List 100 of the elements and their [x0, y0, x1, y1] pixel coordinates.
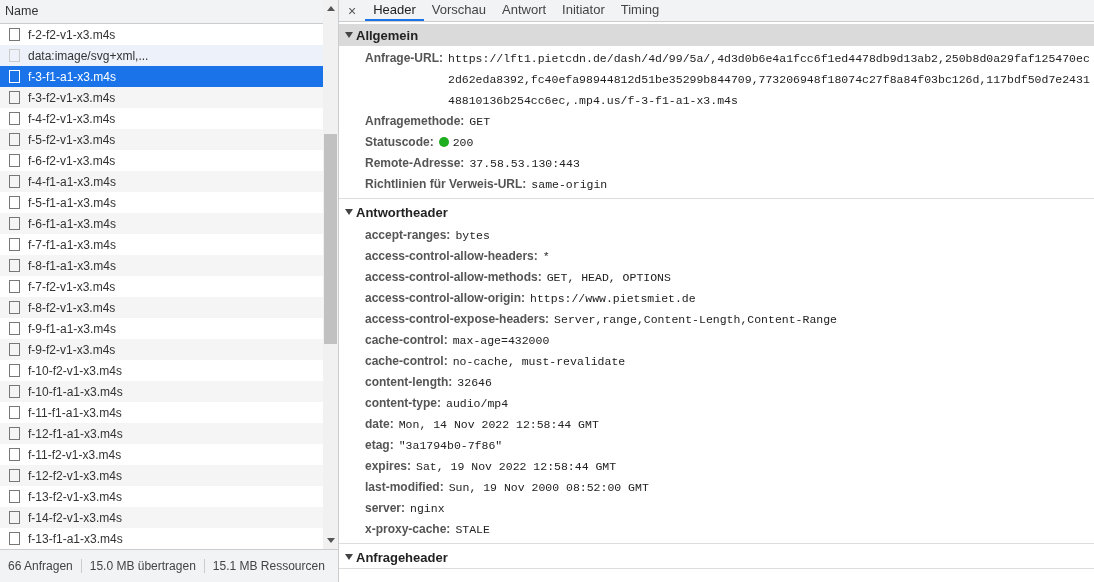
request-row[interactable]: f-4-f1-a1-x3.m4s	[0, 171, 323, 192]
request-name: f-12-f2-v1-x3.m4s	[28, 468, 123, 483]
file-icon	[9, 217, 20, 230]
status-text: 15.0 MB übertragen	[80, 559, 204, 573]
request-row[interactable]: f-10-f1-a1-x3.m4s	[0, 381, 323, 402]
request-name: f-8-f2-v1-x3.m4s	[28, 300, 116, 315]
file-icon	[9, 133, 20, 146]
file-icon	[9, 532, 20, 545]
request-name: f-13-f1-a1-x3.m4s	[28, 531, 123, 546]
header-value: STALE	[455, 522, 491, 538]
request-row[interactable]: f-6-f1-a1-x3.m4s	[0, 213, 323, 234]
request-row[interactable]: f-12-f1-a1-x3.m4s	[0, 423, 323, 444]
tab[interactable]: Initiator	[554, 0, 613, 21]
request-name: f-4-f1-a1-x3.m4s	[28, 174, 117, 189]
header-name: Anfrage-URL:	[365, 50, 443, 67]
section-header[interactable]: Allgemein	[339, 24, 1094, 46]
scroll-thumb[interactable]	[324, 134, 337, 344]
header-name: date:	[365, 416, 394, 433]
request-name: f-12-f1-a1-x3.m4s	[28, 426, 123, 441]
header-name: accept-ranges:	[365, 227, 451, 244]
file-icon	[9, 343, 20, 356]
section-title: Antwortheader	[356, 204, 448, 220]
request-name: f-2-f2-v1-x3.m4s	[28, 27, 116, 42]
request-name: f-5-f2-v1-x3.m4s	[28, 132, 116, 147]
header-value: https://www.pietsmiet.de	[530, 291, 697, 307]
file-icon	[9, 448, 20, 461]
header-value: "3a1794b0-7f86"	[398, 438, 504, 454]
status-text: 66 Anfragen	[7, 559, 74, 573]
request-row[interactable]: f-9-f2-v1-x3.m4s	[0, 339, 323, 360]
header-value: no-cache, must-revalidate	[452, 354, 627, 370]
header-value: nginx	[410, 501, 446, 517]
request-name: data:image/svg+xml,...	[28, 48, 149, 63]
request-name: f-9-f1-a1-x3.m4s	[28, 321, 117, 336]
header-name: access-control-allow-headers:	[365, 248, 538, 265]
file-icon	[9, 511, 20, 524]
request-row[interactable]: f-14-f2-v1-x3.m4s	[0, 507, 323, 528]
request-name: f-6-f1-a1-x3.m4s	[28, 216, 117, 231]
scrollbar[interactable]	[323, 0, 338, 549]
file-icon	[9, 469, 20, 482]
file-icon	[9, 385, 20, 398]
request-row[interactable]: f-3-f1-a1-x3.m4s	[0, 66, 323, 87]
scroll-up-icon[interactable]	[326, 6, 335, 11]
request-name: f-7-f2-v1-x3.m4s	[28, 279, 116, 294]
file-icon	[9, 259, 20, 272]
close-button[interactable]: ×	[339, 0, 366, 21]
request-row[interactable]: f-5-f2-v1-x3.m4s	[0, 129, 323, 150]
header-value: bytes	[455, 228, 491, 244]
section-title: Allgemein	[356, 27, 419, 43]
request-name: f-13-f2-v1-x3.m4s	[28, 489, 123, 504]
request-row[interactable]: f-8-f1-a1-x3.m4s	[0, 255, 323, 276]
header-name: cache-control:	[365, 353, 448, 370]
tab[interactable]: Header	[365, 0, 424, 21]
header-value: max-age=432000	[452, 333, 551, 349]
section-header[interactable]: Anfrageheader	[339, 546, 1094, 568]
request-name: f-10-f1-a1-x3.m4s	[28, 384, 123, 399]
header-name: server:	[365, 500, 406, 517]
header-name: Remote-Adresse:	[365, 155, 465, 172]
file-icon	[9, 70, 20, 83]
section-header[interactable]: Antwortheader	[339, 201, 1094, 223]
header-value: Sat, 19 Nov 2022 12:58:44 GMT	[416, 459, 618, 475]
file-icon	[9, 112, 20, 125]
request-row[interactable]: data:image/svg+xml,...	[0, 45, 323, 66]
file-icon	[9, 490, 20, 503]
section-title: Anfrageheader	[356, 549, 448, 565]
file-icon	[9, 28, 20, 41]
file-icon	[9, 322, 20, 335]
header-name: access-control-allow-methods:	[365, 269, 542, 286]
tab[interactable]: Antwort	[494, 0, 555, 21]
file-icon	[9, 427, 20, 440]
file-icon	[9, 91, 20, 104]
header-value: 200	[452, 135, 475, 151]
request-row[interactable]: f-12-f2-v1-x3.m4s	[0, 465, 323, 486]
tab[interactable]: Vorschau	[423, 0, 495, 21]
header-value: https://lft1.pietcdn.de/dash/4d/99/5a/,4d3d0b6e4a1fcc6f1ed4478db9d13ab2,250b8d0a29faf125470ec2d62eda8392,fc40efa98944812d51be35299b844709,773206948f18074c27f8a84f03bc126d,117bdf50d7e243148810136b254cc6ec,.mp4.us/f-3-f1-a1-x3.m4s	[448, 51, 1090, 109]
request-name: f-4-f2-v1-x3.m4s	[28, 111, 116, 126]
request-name: f-11-f1-a1-x3.m4s	[28, 405, 122, 420]
file-icon	[9, 196, 20, 209]
request-row[interactable]: f-8-f2-v1-x3.m4s	[0, 297, 323, 318]
file-icon	[9, 280, 20, 293]
request-name: f-6-f2-v1-x3.m4s	[28, 153, 116, 168]
header-name: access-control-expose-headers:	[365, 311, 550, 328]
request-name: f-7-f1-a1-x3.m4s	[28, 237, 117, 252]
request-name: f-8-f1-a1-x3.m4s	[28, 258, 117, 273]
tab[interactable]: Timing	[612, 0, 668, 21]
file-icon	[9, 175, 20, 188]
file-icon	[9, 364, 20, 377]
column-header[interactable]: Name	[0, 0, 323, 24]
header-value: 37.58.53.130:443	[469, 156, 581, 172]
file-icon	[9, 49, 20, 62]
request-name: f-3-f1-a1-x3.m4s	[28, 69, 117, 84]
request-name: f-3-f2-v1-x3.m4s	[28, 90, 116, 105]
scroll-down-icon[interactable]	[326, 538, 335, 543]
header-name: expires:	[365, 458, 412, 475]
request-row[interactable]: f-3-f2-v1-x3.m4s	[0, 87, 323, 108]
expand-triangle-icon	[345, 554, 353, 560]
header-value: *	[542, 249, 551, 265]
file-icon	[9, 238, 20, 251]
header-name: content-length:	[365, 374, 453, 391]
header-value: Server,range,Content-Length,Content-Range	[554, 312, 839, 328]
header-value: GET	[469, 114, 492, 130]
